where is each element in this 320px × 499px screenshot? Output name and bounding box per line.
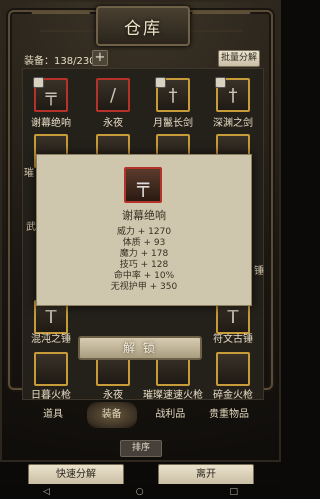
recent-apps-icon[interactable]: □ [230,487,239,497]
tab-valuables[interactable]: 贵重物品 [204,402,254,428]
tab-loot[interactable]: 战利品 [145,402,195,428]
sword-icon: † [168,84,178,106]
title-plate: 仓库 [96,6,190,46]
stat-line: 命中率 + 10% [113,271,175,281]
item-name: 永夜 [103,118,123,129]
item-slot[interactable]: † [155,77,190,112]
sword-icon: † [228,84,238,106]
item-name: 深渊之剑 [213,118,253,129]
item-name-partial: 武 [26,222,36,233]
hammer-icon: T [227,306,239,328]
tab-equipment[interactable]: 装备 [86,402,137,428]
window-title: 仓库 [124,18,162,39]
stat-line: 体质 + 93 [122,238,166,248]
stat-line: 无视护甲 + 350 [110,282,178,292]
frame-ornament-left [31,12,99,32]
home-icon[interactable]: ○ [136,487,144,497]
item-tooltip: ╤ 谢幕绝响 威力 + 1270 体质 + 93 魔力 + 178 技巧 + 1… [36,154,252,306]
item-slot[interactable] [216,352,250,386]
item-name: 日暮火枪 [31,390,71,401]
item-name: 符文古锤 [213,334,253,345]
stat-line: 技巧 + 128 [119,260,169,270]
unlock-button[interactable]: 解 锁 [78,336,202,360]
item-name: 月鬣长剑 [153,118,193,129]
item-name-partial: 锤 [254,266,264,277]
frame-ornament-right [183,12,251,32]
equipment-count: 装备：138/230 [24,56,96,67]
revolver-icon: ╤ [124,167,162,203]
item-name: 永夜 [103,390,123,401]
back-icon[interactable]: ◁ [43,487,50,497]
item-name: 混沌之锤 [31,334,71,345]
tooltip-item-name: 谢幕绝响 [122,209,166,222]
tooltip-stats: 威力 + 1270 体质 + 93 魔力 + 178 技巧 + 128 命中率 … [37,227,251,293]
bulk-decompose-button[interactable]: 批量分解 [218,50,260,67]
leave-button[interactable]: 离开 [158,464,254,486]
item-name-partial: 璀 [24,168,34,179]
sort-button[interactable]: 排序 [120,440,162,457]
system-navbar: ◁ ○ □ [0,484,281,499]
tab-items[interactable]: 道具 [28,402,78,428]
revolver-icon: ╤ [45,84,57,106]
item-slot[interactable]: / [96,78,130,112]
item-slot[interactable]: ╤ [33,77,68,112]
item-name: 璀璨速速火枪 [143,390,203,401]
item-slot[interactable] [34,352,68,386]
expand-capacity-button[interactable]: + [92,50,108,66]
quick-decompose-button[interactable]: 快速分解 [28,464,124,486]
stat-line: 魔力 + 178 [119,249,169,259]
hammer-icon: T [45,306,57,328]
item-slot[interactable]: † [215,77,250,112]
item-name: 谢幕绝响 [31,118,71,129]
dagger-icon: / [109,84,117,106]
category-tabs: 道具 装备 战利品 贵重物品 [28,402,254,428]
item-name: 碎金火枪 [213,390,253,401]
stat-line: 威力 + 1270 [116,227,172,237]
